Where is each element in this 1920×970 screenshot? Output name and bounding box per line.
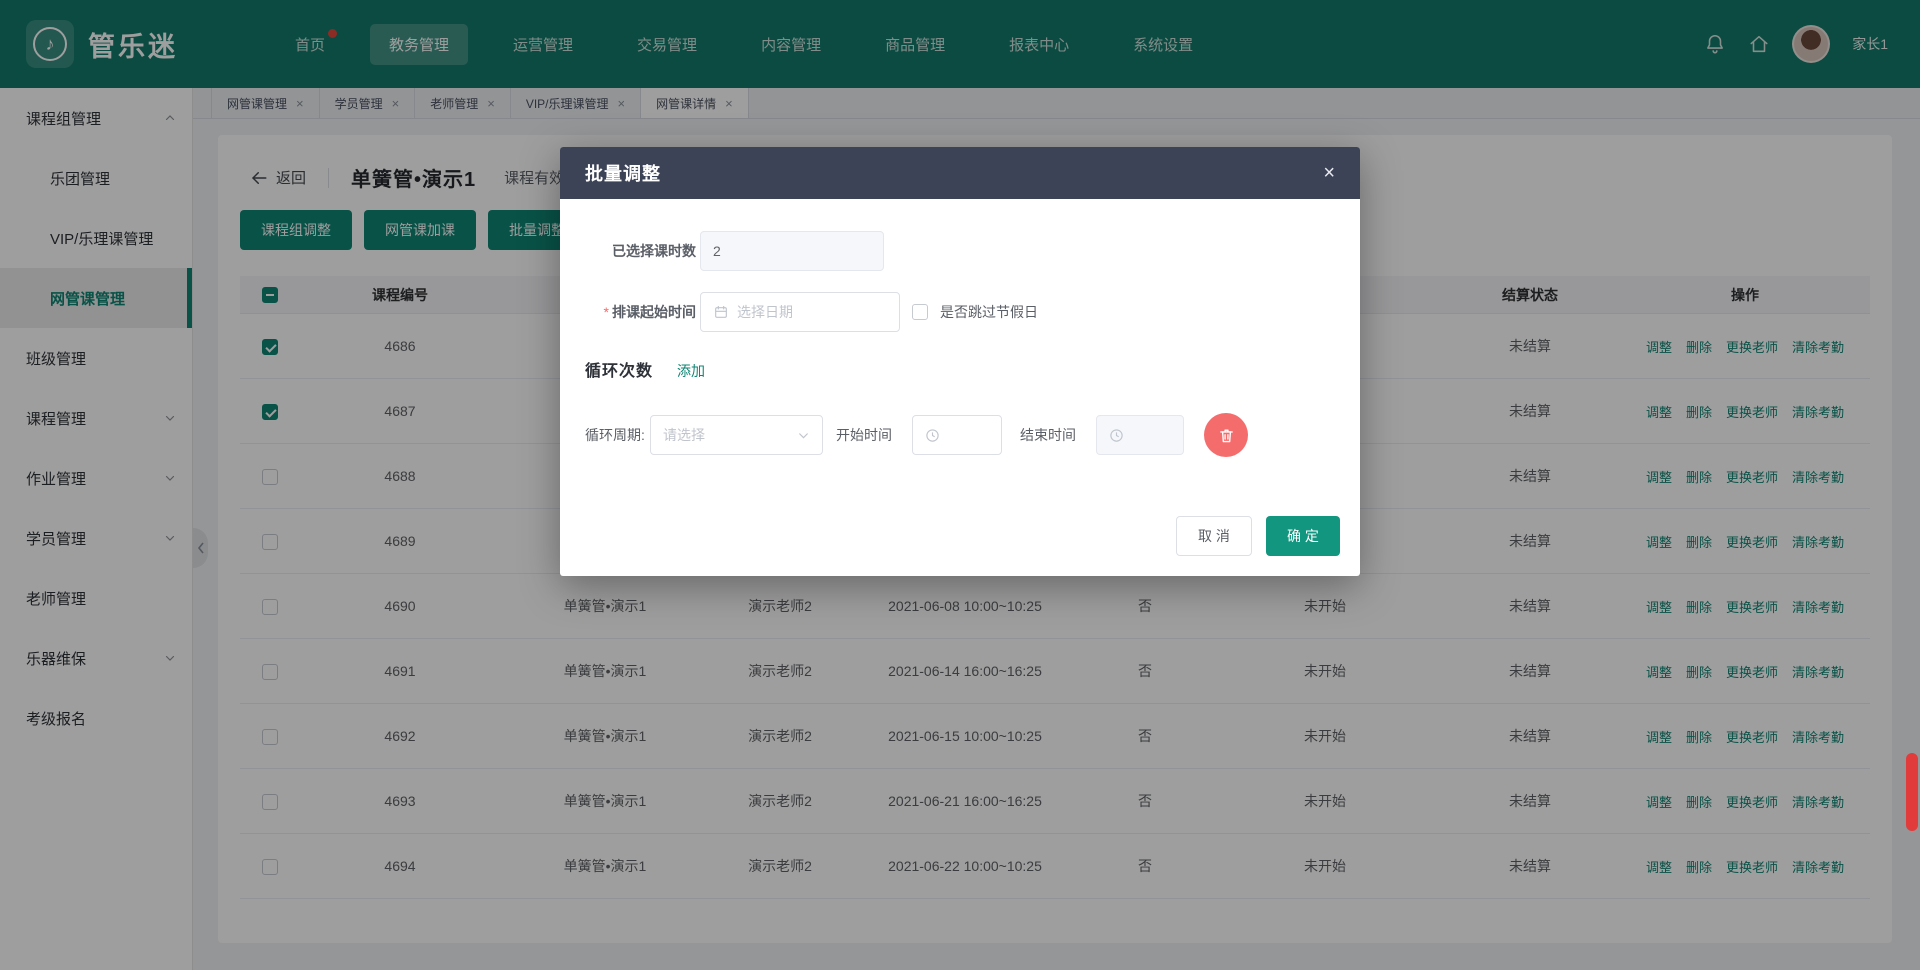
cycle-period-label: 循环周期: [585, 415, 645, 455]
add-cycle-link[interactable]: 添加 [677, 361, 705, 381]
vertical-scrollbar-thumb[interactable] [1906, 753, 1918, 831]
end-time-input [1096, 415, 1184, 455]
required-asterisk: * [604, 304, 609, 320]
start-time-input[interactable] [912, 415, 1002, 455]
batch-adjust-modal: 批量调整 × 已选择课时数 2 *排课起始时间 选择日期 是否跳过节假日 循环次… [560, 147, 1360, 576]
schedule-start-label: *排课起始时间 [580, 292, 696, 332]
confirm-button[interactable]: 确 定 [1266, 516, 1340, 556]
end-time-label: 结束时间 [1020, 415, 1076, 455]
skip-holiday-label[interactable]: 是否跳过节假日 [940, 292, 1038, 332]
selected-hours-input: 2 [700, 231, 884, 271]
date-picker-input[interactable]: 选择日期 [700, 292, 900, 332]
cycle-section: 循环次数 添加 [585, 357, 705, 381]
close-icon[interactable]: × [1323, 163, 1335, 183]
cycle-title: 循环次数 [585, 357, 653, 381]
trash-icon [1218, 427, 1235, 444]
selected-hours-value: 2 [713, 243, 721, 259]
app-root: ♪ 管乐迷 首页 教务管理 运营管理 交易管理 内容管理 商品管理 报表中心 系… [0, 0, 1920, 970]
delete-cycle-button[interactable] [1204, 413, 1248, 457]
clock-icon [1109, 428, 1124, 443]
modal-title: 批量调整 [585, 160, 661, 186]
selected-hours-label: 已选择课时数 [580, 231, 696, 271]
modal-header: 批量调整 × [560, 147, 1360, 199]
start-time-label: 开始时间 [836, 415, 892, 455]
skip-holiday-checkbox[interactable] [912, 304, 928, 320]
calendar-icon [713, 304, 729, 320]
select-placeholder: 请选择 [663, 425, 705, 445]
clock-icon [925, 428, 940, 443]
schedule-start-label-text: 排课起始时间 [612, 304, 696, 320]
chevron-down-icon [797, 429, 810, 442]
cycle-period-select[interactable]: 请选择 [650, 415, 823, 455]
cancel-button[interactable]: 取 消 [1176, 516, 1252, 556]
date-placeholder: 选择日期 [737, 302, 793, 322]
